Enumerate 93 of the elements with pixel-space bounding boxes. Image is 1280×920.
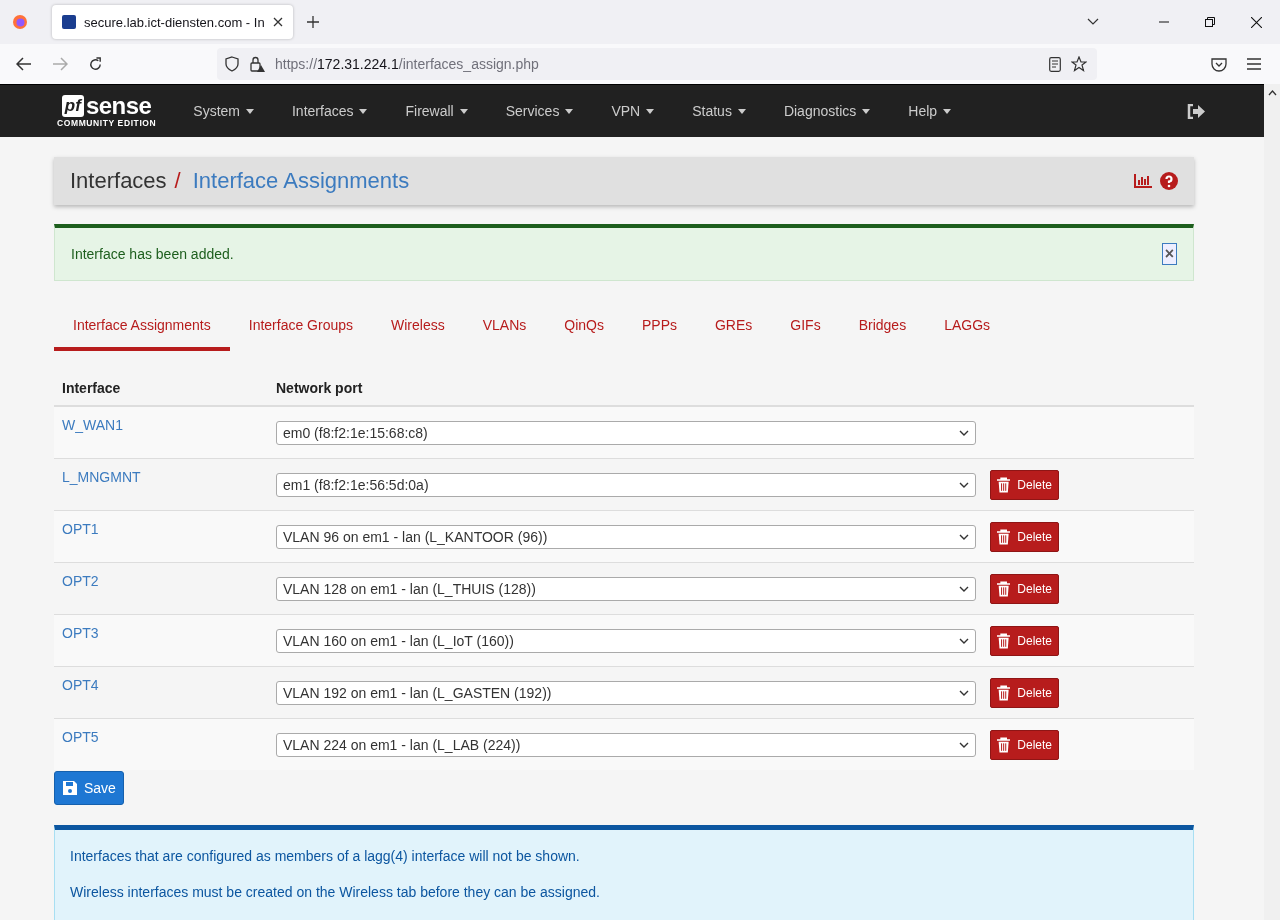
- tab[interactable]: PPPs: [622, 305, 696, 351]
- tab[interactable]: GIFs: [771, 305, 840, 351]
- scroll-up-icon[interactable]: [1267, 90, 1277, 96]
- interface-link[interactable]: OPT1: [62, 521, 99, 537]
- nav-menu[interactable]: System: [174, 103, 273, 119]
- tab[interactable]: Interface Assignments: [54, 305, 230, 351]
- tab[interactable]: GREs: [696, 305, 772, 351]
- tab[interactable]: Interface Groups: [229, 305, 373, 351]
- new-tab-icon[interactable]: [306, 16, 319, 28]
- nav-menu[interactable]: Help: [889, 103, 971, 119]
- network-port-select[interactable]: VLAN 96 on em1 - lan (L_KANTOOR (96)): [276, 524, 976, 549]
- caret-icon: [246, 108, 254, 114]
- nav-menu[interactable]: Firewall: [386, 103, 487, 119]
- caret-icon: [737, 108, 746, 114]
- caret-icon: [943, 108, 952, 114]
- network-port-select[interactable]: VLAN 160 on em1 - lan (L_IoT (160)): [276, 628, 976, 653]
- tab[interactable]: LAGGs: [925, 305, 1010, 351]
- trash-icon: [997, 475, 1011, 494]
- logout-icon[interactable]: [1187, 103, 1206, 119]
- nav-menu[interactable]: Diagnostics: [764, 103, 890, 119]
- save-button[interactable]: Save: [54, 771, 124, 805]
- network-port-select[interactable]: em0 (f8:f2:1e:15:68:c8): [276, 420, 976, 445]
- back-icon[interactable]: [16, 57, 32, 71]
- chevron-down-icon: [959, 637, 969, 644]
- trash-icon: [997, 579, 1011, 598]
- network-port-select[interactable]: em1 (f8:f2:1e:56:5d:0a): [276, 472, 976, 497]
- info-text: Wireless interfaces must be created on the Wireless tab before they can be assigned.: [70, 884, 601, 900]
- trash-icon: [997, 527, 1011, 546]
- network-port-select[interactable]: VLAN 128 on em1 - lan (L_THUIS (128)): [276, 576, 976, 601]
- trash-icon: [997, 683, 1011, 702]
- browser-tab[interactable]: secure.lab.ict-diensten.com - In: [52, 5, 293, 39]
- delete-button[interactable]: Delete: [990, 469, 1059, 500]
- site-favicon-icon: [62, 15, 76, 29]
- logo-mark: pf: [61, 95, 84, 117]
- info-text: Interfaces that are configured as members of a lagg(4) interface will not be shown.: [70, 848, 581, 864]
- caret-icon: [459, 108, 468, 114]
- interface-link[interactable]: W_WAN1: [62, 417, 123, 433]
- chevron-down-icon: [959, 429, 969, 436]
- breadcrumb-page[interactable]: Interface Assignments: [192, 168, 410, 194]
- reload-icon[interactable]: [88, 56, 103, 72]
- chart-icon[interactable]: [1134, 174, 1152, 188]
- interface-link[interactable]: OPT3: [62, 625, 99, 641]
- tab[interactable]: Wireless: [372, 305, 464, 351]
- tab[interactable]: Bridges: [839, 305, 926, 351]
- nav-menu[interactable]: Services: [486, 103, 593, 119]
- logo-subtitle: COMMUNITY EDITION: [57, 118, 157, 128]
- network-port-select[interactable]: VLAN 224 on em1 - lan (L_LAB (224)): [276, 732, 976, 757]
- interface-link[interactable]: OPT2: [62, 573, 99, 589]
- browser-logo-icon: [12, 14, 28, 30]
- address-bar[interactable]: https://172.31.224.1/interfaces_assign.php: [217, 48, 1097, 80]
- pocket-icon[interactable]: [1211, 56, 1227, 72]
- scrollbar[interactable]: [1264, 84, 1280, 920]
- chevron-down-icon: [959, 481, 969, 488]
- alert-message: Interface has been added.: [71, 246, 235, 262]
- nav-menu[interactable]: Interfaces: [273, 103, 387, 119]
- delete-button[interactable]: Delete: [990, 729, 1059, 760]
- trash-icon: [997, 631, 1011, 650]
- delete-button[interactable]: Delete: [990, 625, 1059, 656]
- menu-icon[interactable]: [1247, 58, 1261, 70]
- breadcrumb-section[interactable]: Interfaces: [70, 168, 167, 194]
- restore-icon[interactable]: [1205, 17, 1215, 27]
- nav-menu[interactable]: Status: [673, 103, 765, 119]
- delete-button[interactable]: Delete: [990, 521, 1059, 552]
- caret-icon: [359, 108, 368, 114]
- chevron-down-icon: [959, 533, 969, 540]
- close-button[interactable]: ×: [1161, 243, 1177, 265]
- interface-link[interactable]: OPT4: [62, 677, 99, 693]
- close-icon[interactable]: [272, 17, 283, 27]
- trash-icon: [997, 735, 1011, 754]
- network-port-select[interactable]: VLAN 192 on em1 - lan (L_GASTEN (192)): [276, 680, 976, 705]
- caret-icon: [646, 108, 655, 114]
- tab[interactable]: VLANs: [463, 305, 546, 351]
- chevron-down-icon: [959, 689, 969, 696]
- caret-icon: [862, 108, 871, 114]
- lock-warning-icon: [249, 56, 265, 72]
- chevron-down-icon: [959, 741, 969, 748]
- chevron-down-icon: [959, 585, 969, 592]
- shield-icon: [225, 56, 239, 72]
- delete-button[interactable]: Delete: [990, 677, 1059, 708]
- close-icon[interactable]: [1251, 16, 1262, 28]
- url-text: https://172.31.224.1/interfaces_assign.php: [275, 56, 539, 72]
- help-icon[interactable]: [1160, 172, 1178, 190]
- tab[interactable]: QinQs: [545, 305, 623, 351]
- caret-icon: [565, 108, 574, 114]
- reader-view-icon[interactable]: [1049, 56, 1061, 72]
- nav-menu[interactable]: VPN: [592, 103, 674, 119]
- breadcrumb-separator: /: [174, 168, 181, 194]
- star-icon[interactable]: [1071, 56, 1087, 72]
- interface-link[interactable]: OPT5: [62, 729, 99, 745]
- chevron-down-icon[interactable]: [1087, 18, 1099, 26]
- delete-button[interactable]: Delete: [990, 573, 1059, 604]
- logo-text: sense: [85, 94, 152, 118]
- interface-link[interactable]: L_MNGMNT: [62, 469, 141, 485]
